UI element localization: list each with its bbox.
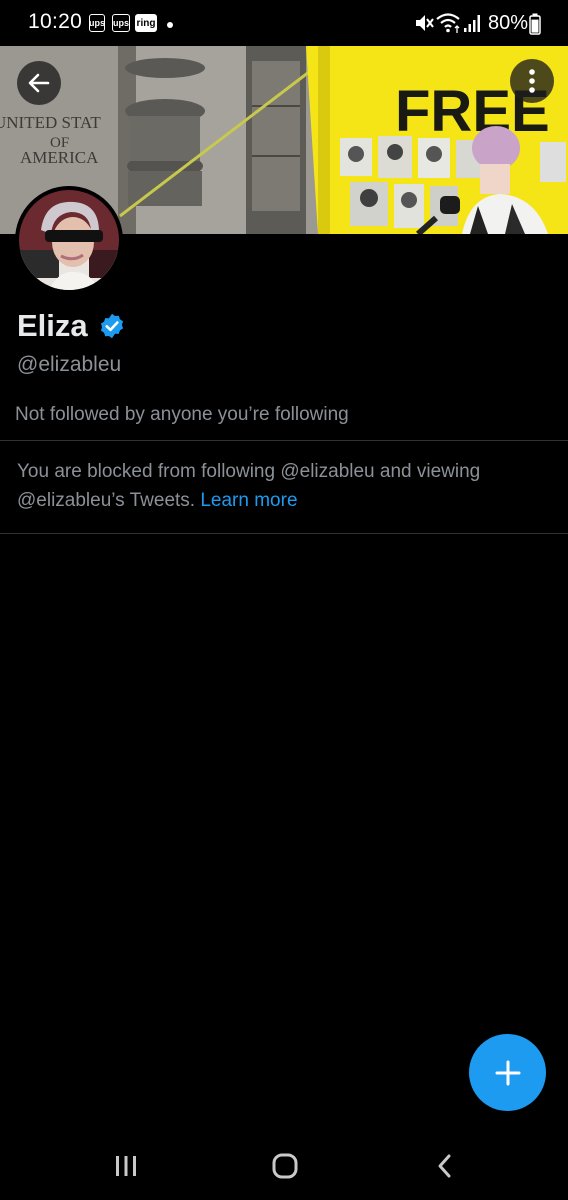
profile-handle: @elizableu <box>17 353 122 376</box>
more-notifications-dot <box>167 22 173 28</box>
signal-icon <box>464 15 480 32</box>
blocked-notice: You are blocked from following @elizable… <box>17 457 547 515</box>
plus-icon <box>495 1060 520 1085</box>
ups-notification-icon: ups <box>112 14 130 32</box>
recents-icon[interactable] <box>112 1152 140 1180</box>
display-name-text: Eliza <box>17 308 88 343</box>
compose-tweet-button[interactable] <box>469 1034 546 1111</box>
status-time: 10:20 <box>28 10 83 33</box>
mute-icon <box>416 15 434 31</box>
status-bar: 10:20 ups ups ring 80% <box>0 0 568 46</box>
profile-avatar[interactable] <box>15 186 123 294</box>
back-icon[interactable] <box>434 1152 456 1180</box>
back-button[interactable] <box>17 61 61 105</box>
arrow-left-icon <box>28 73 50 93</box>
home-icon[interactable] <box>270 1152 300 1180</box>
battery-percentage: 80% <box>488 12 529 34</box>
banner-building-text: UNITED STAT <box>0 113 101 132</box>
divider <box>0 440 568 441</box>
profile-display-name: Eliza <box>17 308 126 344</box>
wifi-icon <box>436 13 460 33</box>
avatar-image <box>19 190 119 290</box>
banner-building-text: AMERICA <box>20 148 99 167</box>
divider <box>0 533 568 534</box>
system-navigation-bar <box>0 1132 568 1200</box>
more-vertical-icon <box>529 69 535 93</box>
followed-by-text: Not followed by anyone you’re following <box>15 404 349 425</box>
more-options-button[interactable] <box>510 59 554 103</box>
ring-notification-icon: ring <box>135 14 157 32</box>
learn-more-link[interactable]: Learn more <box>200 490 297 511</box>
ups-notification-icon: ups <box>89 14 105 32</box>
battery-icon <box>529 13 541 35</box>
verified-badge-icon <box>100 313 123 339</box>
